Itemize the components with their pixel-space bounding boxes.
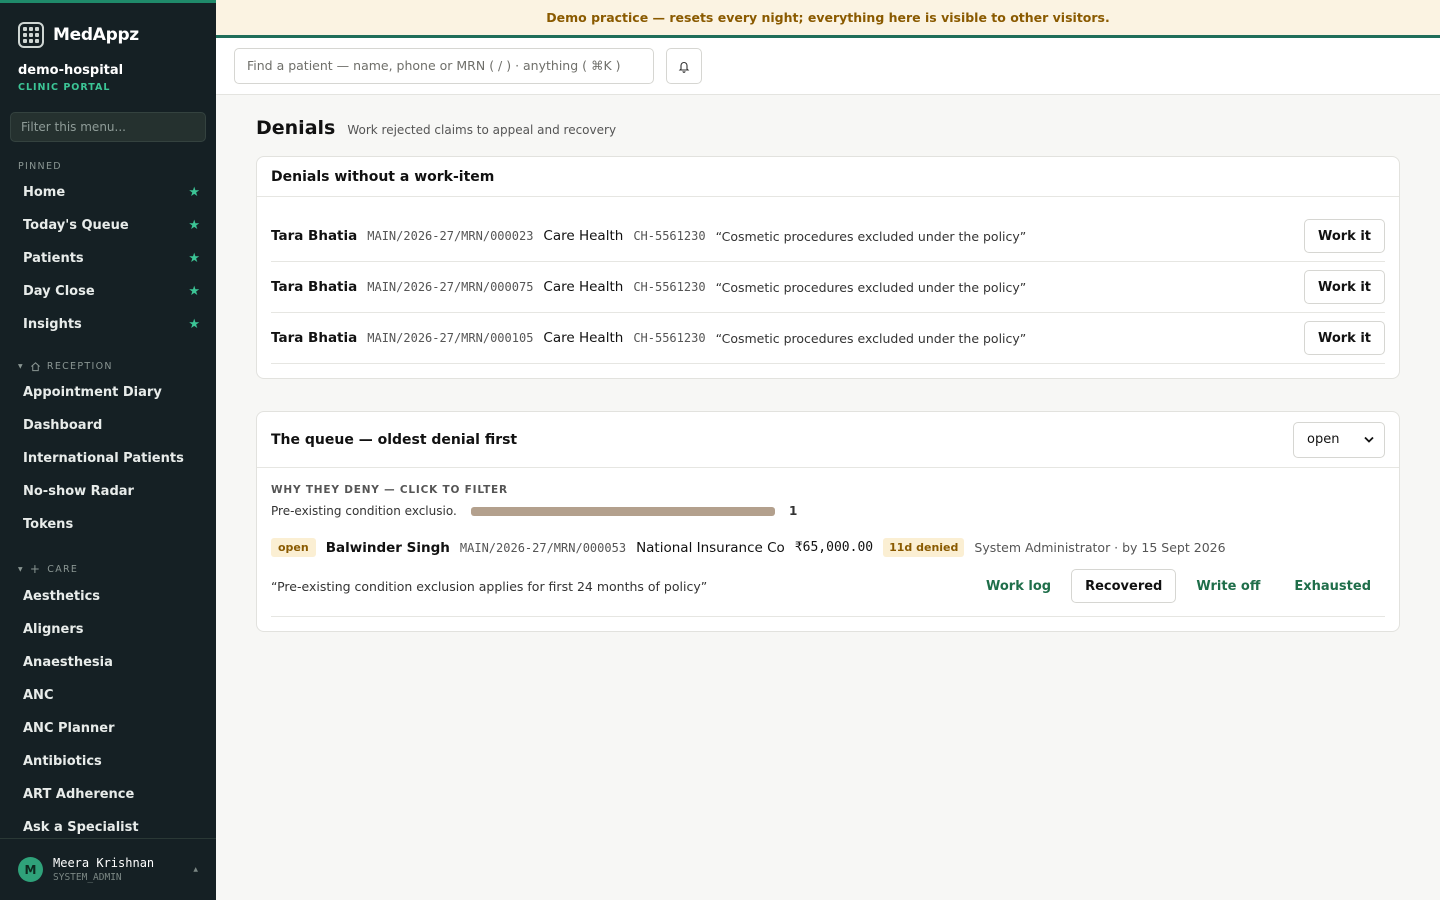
caret-icon: ▲ <box>193 866 198 873</box>
patient-mrn: MAIN/2026-27/MRN/000075 <box>367 280 534 294</box>
denial-row: Tara Bhatia MAIN/2026-27/MRN/000105 Care… <box>271 313 1385 364</box>
bell-icon <box>678 61 690 73</box>
denial-reason: “Cosmetic procedures excluded under the … <box>715 228 1027 244</box>
claim-amount: ₹65,000.00 <box>794 540 874 555</box>
brand[interactable]: MedAppz <box>0 3 216 51</box>
caret-down-icon: ▼ <box>18 363 24 370</box>
patient-name[interactable]: Tara Bhatia <box>271 228 357 244</box>
user-name: Meera Krishnan <box>53 856 155 870</box>
sidebar-item-anc-planner[interactable]: ANC Planner <box>0 712 216 745</box>
org-name: demo-hospital <box>18 63 124 78</box>
assignee-meta: System Administrator · by 15 Sept 2026 <box>974 540 1226 555</box>
sidebar-item-anc[interactable]: ANC <box>0 679 216 712</box>
patient-name[interactable]: Tara Bhatia <box>271 279 357 295</box>
reason-filter-row[interactable]: Pre-existing condition exclusio... 1 <box>271 504 1385 518</box>
payer-name: Care Health <box>543 279 624 295</box>
main-content: Denials Work rejected claims to appeal a… <box>256 95 1400 632</box>
section-toggle-care[interactable]: ▼ + CARE <box>0 562 216 576</box>
sidebar-item-dashboard[interactable]: Dashboard <box>0 409 216 442</box>
patient-search-input[interactable]: Find a patient — name, phone or MRN ( / … <box>234 48 654 84</box>
patient-mrn: MAIN/2026-27/MRN/000023 <box>367 229 534 243</box>
reason-count: 1 <box>789 504 798 518</box>
payer-name: Care Health <box>543 228 624 244</box>
page-subtitle: Work rejected claims to appeal and recov… <box>347 123 617 137</box>
sidebar-item-antibiotics[interactable]: Antibiotics <box>0 745 216 778</box>
star-icon[interactable]: ★ <box>188 185 200 200</box>
reason-label: Pre-existing condition exclusio... <box>271 504 457 518</box>
chevron-down-icon <box>1364 436 1374 443</box>
claim-number: CH-5561230 <box>633 331 706 345</box>
org-info: demo-hospital CLINIC PORTAL <box>0 51 216 93</box>
home-icon <box>30 362 40 372</box>
section-label-pinned: PINNED <box>18 161 62 172</box>
app-name: MedAppz <box>53 25 139 45</box>
sidebar-item-appointment-diary[interactable]: Appointment Diary <box>0 376 216 409</box>
sidebar-item-day-close[interactable]: Day Close ★ <box>0 275 216 308</box>
page-title: Denials <box>256 117 336 139</box>
patient-mrn: MAIN/2026-27/MRN/000105 <box>367 331 534 345</box>
card-title: The queue — oldest denial first <box>271 431 518 448</box>
sidebar-item-no-show-radar[interactable]: No-show Radar <box>0 475 216 508</box>
org-subtitle: CLINIC PORTAL <box>18 82 111 93</box>
card-title: Denials without a work-item <box>257 157 1399 197</box>
sidebar-item-todays-queue[interactable]: Today's Queue ★ <box>0 209 216 242</box>
demo-banner: Demo practice — resets every night; ever… <box>216 0 1440 38</box>
star-icon[interactable]: ★ <box>188 251 200 266</box>
reason-breakdown-label: WHY THEY DENY — CLICK TO FILTER <box>271 484 508 496</box>
avatar: M <box>18 857 43 882</box>
sidebar: MedAppz demo-hospital CLINIC PORTAL Filt… <box>0 0 216 900</box>
sidebar-item-anaesthesia[interactable]: Anaesthesia <box>0 646 216 679</box>
unassigned-denials-card: Denials without a work-item Tara Bhatia … <box>256 156 1400 379</box>
sidebar-item-art-adherence[interactable]: ART Adherence <box>0 778 216 811</box>
patient-mrn: MAIN/2026-27/MRN/000053 <box>459 540 627 555</box>
sidebar-item-aesthetics[interactable]: Aesthetics <box>0 580 216 613</box>
denial-queue-card: The queue — oldest denial first open WHY… <box>256 411 1400 632</box>
user-menu[interactable]: M Meera Krishnan SYSTEM_ADMIN ▲ <box>0 838 216 900</box>
denial-reason: “Cosmetic procedures excluded under the … <box>715 279 1027 295</box>
queue-item: open Balwinder Singh MAIN/2026-27/MRN/00… <box>271 518 1385 617</box>
patient-name[interactable]: Tara Bhatia <box>271 330 357 346</box>
section-toggle-reception[interactable]: ▼ RECEPTION <box>0 361 216 372</box>
denial-row: Tara Bhatia MAIN/2026-27/MRN/000075 Care… <box>271 262 1385 313</box>
sidebar-item-patients[interactable]: Patients ★ <box>0 242 216 275</box>
work-it-button[interactable]: Work it <box>1303 321 1385 355</box>
user-role: SYSTEM_ADMIN <box>53 872 122 883</box>
denial-row: Tara Bhatia MAIN/2026-27/MRN/000023 Care… <box>271 211 1385 262</box>
reason-bar <box>471 506 775 516</box>
sidebar-item-home[interactable]: Home ★ <box>0 176 216 209</box>
plus-icon: + <box>29 562 42 576</box>
payer-name: Care Health <box>543 330 624 346</box>
exhausted-button[interactable]: Exhausted <box>1277 569 1385 603</box>
caret-down-icon: ▼ <box>18 565 24 573</box>
claim-number: CH-5561230 <box>633 229 706 243</box>
menu-filter-input[interactable]: Filter this menu... <box>10 112 206 142</box>
status-filter-select[interactable]: open <box>1293 421 1385 458</box>
app-logo-icon <box>18 22 44 48</box>
notifications-button[interactable] <box>666 48 702 84</box>
recovered-button[interactable]: Recovered <box>1071 569 1177 603</box>
denial-reason: “Pre-existing condition exclusion applie… <box>271 578 708 594</box>
patient-name[interactable]: Balwinder Singh <box>326 540 450 556</box>
payer-name: National Insurance Co <box>636 539 785 556</box>
star-icon[interactable]: ★ <box>188 284 200 299</box>
work-log-button[interactable]: Work log <box>969 569 1071 603</box>
write-off-button[interactable]: Write off <box>1176 569 1277 603</box>
sidebar-item-international-patients[interactable]: International Patients <box>0 442 216 475</box>
star-icon[interactable]: ★ <box>188 218 200 233</box>
denied-age-badge: 11d denied <box>883 538 965 557</box>
sidebar-item-insights[interactable]: Insights ★ <box>0 308 216 341</box>
status-badge: open <box>271 538 316 557</box>
topbar: Find a patient — name, phone or MRN ( / … <box>216 38 1440 95</box>
sidebar-item-tokens[interactable]: Tokens <box>0 508 216 541</box>
work-it-button[interactable]: Work it <box>1303 219 1385 253</box>
claim-number: CH-5561230 <box>633 280 706 294</box>
star-icon[interactable]: ★ <box>188 317 200 332</box>
sidebar-item-aligners[interactable]: Aligners <box>0 613 216 646</box>
denial-reason: “Cosmetic procedures excluded under the … <box>715 330 1027 346</box>
work-it-button[interactable]: Work it <box>1303 270 1385 304</box>
